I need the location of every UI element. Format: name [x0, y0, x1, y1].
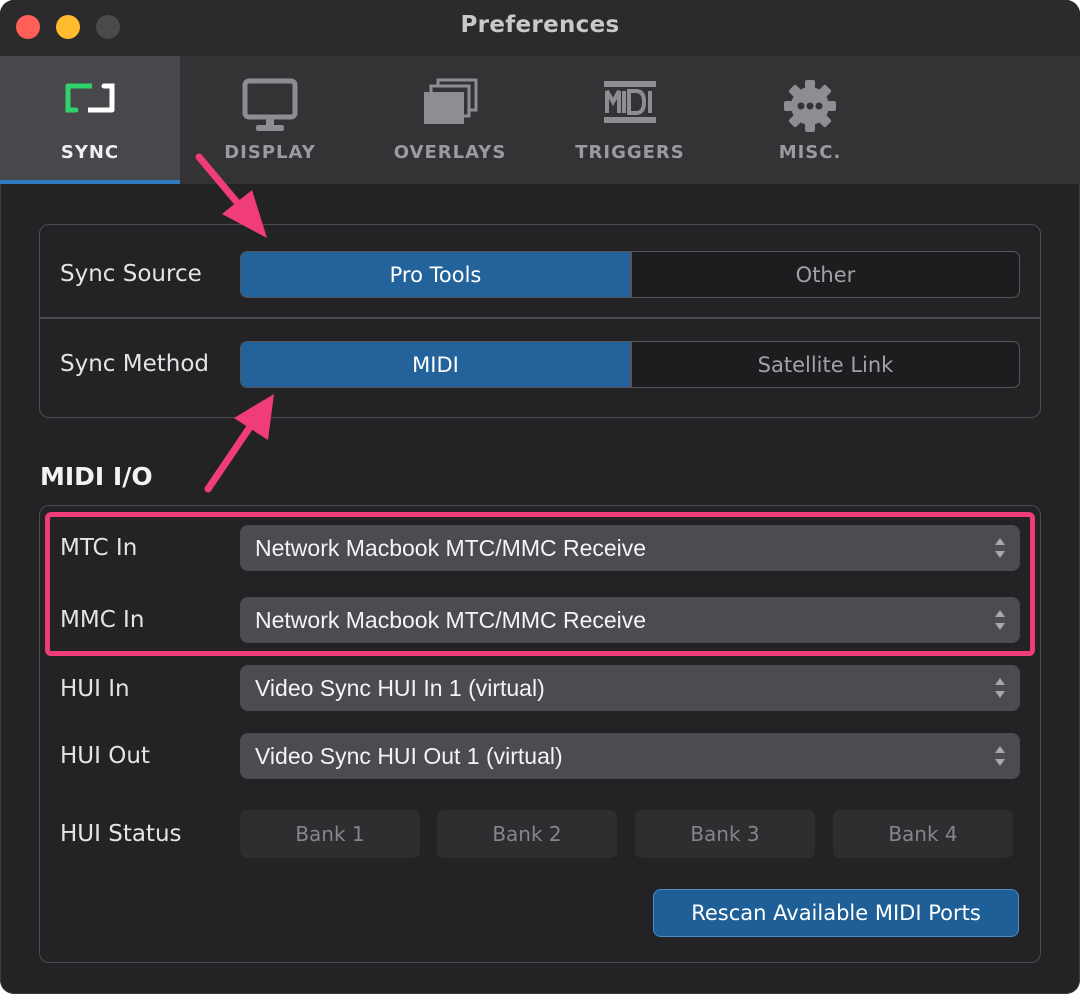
- sync-group-divider: [40, 317, 1040, 319]
- sync-icon: [62, 78, 118, 122]
- tab-overlays[interactable]: OVERLAYS: [360, 56, 540, 184]
- tab-misc-label: MISC.: [778, 142, 842, 163]
- sync-source-pro-tools[interactable]: Pro Tools: [241, 252, 630, 297]
- overlays-icon: [422, 78, 478, 130]
- hui-in-label: HUI In: [60, 676, 130, 702]
- monitor-icon: [242, 78, 298, 138]
- updown-arrows-icon: [995, 678, 1005, 698]
- hui-out-value: Video Sync HUI Out 1 (virtual): [255, 742, 563, 769]
- tab-triggers[interactable]: TRIGGERS: [540, 56, 720, 184]
- tab-display-label: DISPLAY: [224, 142, 316, 163]
- sync-method-satellite-link[interactable]: Satellite Link: [632, 342, 1019, 387]
- sync-method-midi[interactable]: MIDI: [241, 342, 630, 387]
- tab-sync[interactable]: SYNC: [0, 56, 180, 184]
- hui-in-select[interactable]: Video Sync HUI In 1 (virtual): [240, 665, 1020, 711]
- preferences-window: Preferences SYNC DISPLAY OVERLAYS TRIGGE…: [0, 0, 1080, 994]
- rescan-midi-ports-button[interactable]: Rescan Available MIDI Ports: [653, 889, 1019, 937]
- window-title: Preferences: [460, 12, 620, 38]
- hui-out-select[interactable]: Video Sync HUI Out 1 (virtual): [240, 733, 1020, 779]
- tab-misc[interactable]: MISC.: [720, 56, 900, 184]
- hui-in-value: Video Sync HUI In 1 (virtual): [255, 674, 545, 701]
- sync-method-label: Sync Method: [60, 351, 210, 377]
- sync-source-segmented: Pro Tools Other: [240, 251, 1020, 298]
- highlight-box: [45, 512, 1035, 656]
- updown-arrows-icon: [995, 746, 1005, 766]
- tab-sync-label: SYNC: [60, 142, 120, 163]
- title-bar: Preferences: [0, 0, 1080, 56]
- tab-overlays-label: OVERLAYS: [393, 142, 507, 163]
- hui-status-label: HUI Status: [60, 821, 182, 847]
- tab-bar: SYNC DISPLAY OVERLAYS TRIGGERS MISC.: [0, 56, 1080, 184]
- gear-icon: [782, 78, 838, 138]
- hui-bank-1: Bank 1: [240, 810, 420, 858]
- sync-method-segmented: MIDI Satellite Link: [240, 341, 1020, 388]
- hui-out-label: HUI Out: [60, 743, 150, 769]
- hui-bank-3: Bank 3: [635, 810, 815, 858]
- hui-bank-2: Bank 2: [437, 810, 617, 858]
- sync-source-label: Sync Source: [60, 261, 202, 287]
- sync-source-other[interactable]: Other: [632, 252, 1019, 297]
- hui-bank-4: Bank 4: [833, 810, 1013, 858]
- midi-icon: [602, 78, 658, 130]
- tab-display[interactable]: DISPLAY: [180, 56, 360, 184]
- midi-io-title: MIDI I/O: [40, 462, 153, 491]
- tab-triggers-label: TRIGGERS: [575, 142, 685, 163]
